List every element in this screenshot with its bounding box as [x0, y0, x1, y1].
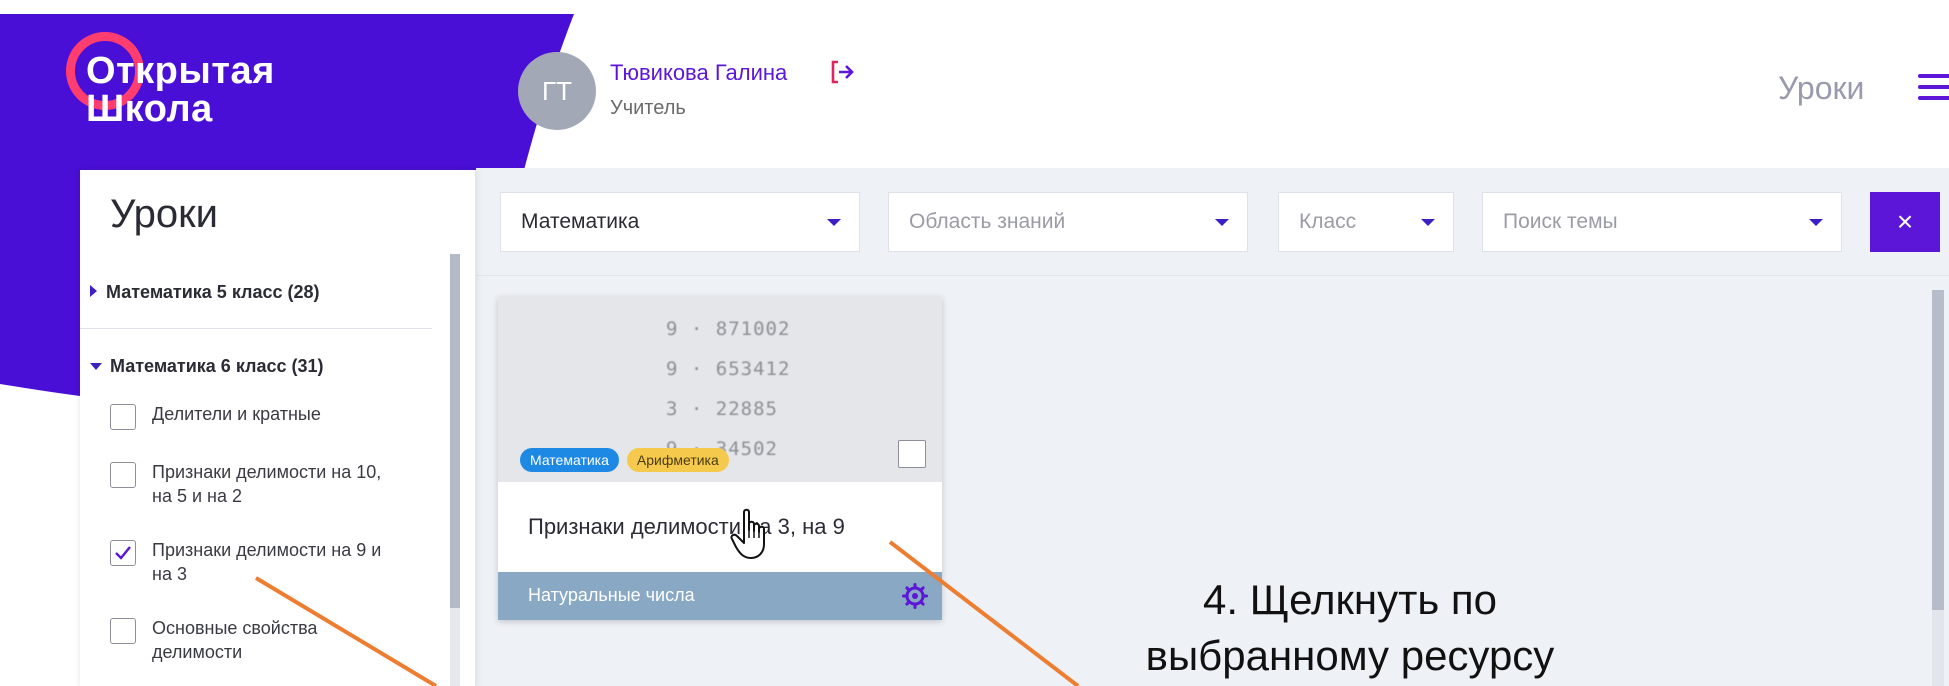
main-scrollbar[interactable] — [1932, 290, 1944, 686]
topic-search-select[interactable]: Поиск темы — [1482, 192, 1842, 252]
topic-checkbox[interactable] — [110, 618, 136, 644]
topic-checkbox[interactable] — [110, 404, 136, 430]
clear-filters-button[interactable]: × — [1870, 192, 1940, 252]
lessons-sidebar: Уроки Математика 5 класс (28) Математика… — [80, 170, 476, 686]
thumbnail-text: 9 · 871002 — [666, 318, 791, 340]
grade-placeholder: Класс — [1299, 210, 1357, 233]
topic-item[interactable]: Основные свойства делимости — [110, 616, 430, 664]
topic-item[interactable]: Признаки делимости на 9 и на 3 — [110, 538, 430, 586]
caret-down-icon — [90, 363, 102, 370]
tree-group-label: Математика 6 класс (31) — [110, 356, 324, 376]
chevron-down-icon — [827, 219, 841, 226]
topic-label: Признаки делимости на 9 и на 3 — [152, 540, 382, 584]
logo-line-1: Открытая — [86, 50, 275, 92]
annotation-line-1: 4. Щелкнуть по — [1203, 576, 1497, 623]
topic-label: Основные свойства делимости — [152, 618, 318, 662]
card-tags: Математика Арифметика — [520, 448, 729, 472]
avatar[interactable]: ГТ — [518, 52, 596, 130]
subject-select-value: Математика — [521, 210, 640, 233]
thumbnail-text: 9 · 653412 — [666, 358, 791, 380]
chevron-down-icon — [1809, 219, 1823, 226]
chevron-down-icon — [1421, 219, 1435, 226]
logo-line-2: Школа — [86, 88, 213, 130]
check-icon — [115, 546, 131, 560]
card-select-checkbox[interactable] — [898, 440, 926, 468]
topic-item[interactable]: Признаки делимости на 10, на 5 и на 2 — [110, 460, 430, 508]
divider — [80, 328, 432, 329]
topic-checkbox[interactable] — [110, 462, 136, 488]
subject-select[interactable]: Математика — [500, 192, 860, 252]
topic-label: Признаки делимости на 10, на 5 и на 2 — [152, 462, 382, 506]
caret-right-icon — [90, 285, 97, 297]
logo[interactable]: Открытая Школа — [62, 28, 322, 138]
card-footer-label: Натуральные числа — [528, 585, 695, 605]
resource-card[interactable]: 9 · 871002 9 · 653412 3 · 22885 9 · 3450… — [498, 296, 942, 620]
tree-group-math-5[interactable]: Математика 5 класс (28) — [90, 282, 320, 303]
tag-topic: Арифметика — [626, 448, 729, 472]
hamburger-menu-icon[interactable] — [1918, 74, 1949, 102]
chevron-down-icon — [1215, 219, 1229, 226]
hand-cursor-icon — [730, 508, 765, 559]
sidebar-scrollbar[interactable] — [450, 254, 460, 686]
topic-search-placeholder: Поиск темы — [1503, 210, 1618, 233]
grade-select[interactable]: Класс — [1278, 192, 1454, 252]
screen: Открытая Школа ГТ Тювикова Галина Учител… — [0, 0, 1949, 686]
user-name[interactable]: Тювикова Галина — [610, 60, 787, 86]
topic-label: Делители и кратные — [152, 404, 321, 424]
knowledge-area-select[interactable]: Область знаний — [888, 192, 1248, 252]
logout-icon[interactable] — [828, 58, 856, 86]
gear-icon[interactable] — [902, 583, 928, 609]
thumbnail-text: 3 · 22885 — [666, 398, 778, 420]
topic-checkbox-checked[interactable] — [110, 540, 136, 566]
tree-group-label: Математика 5 класс (28) — [106, 282, 320, 302]
tree-group-math-6[interactable]: Математика 6 класс (31) — [90, 356, 324, 377]
card-title[interactable]: Признаки делимости на 3, на 9 — [528, 514, 845, 540]
topic-item[interactable]: Делители и кратные — [110, 402, 430, 430]
instruction-annotation: 4. Щелкнуть по выбранному ресурсу — [1080, 572, 1620, 684]
logo-text: Открытая Школа — [86, 52, 275, 128]
tag-subject: Математика — [520, 448, 619, 472]
knowledge-area-placeholder: Область знаний — [909, 210, 1066, 233]
nav-link-lessons[interactable]: Уроки — [1778, 70, 1864, 107]
sidebar-title: Уроки — [110, 192, 218, 236]
sidebar-scrollbar-thumb[interactable] — [450, 254, 460, 608]
card-footer: Натуральные числа — [498, 572, 942, 620]
user-role: Учитель — [610, 97, 686, 119]
annotation-line-2: выбранному ресурсу — [1145, 632, 1555, 679]
card-thumbnail: 9 · 871002 9 · 653412 3 · 22885 9 · 3450… — [498, 296, 942, 482]
main-scrollbar-thumb[interactable] — [1932, 290, 1944, 610]
